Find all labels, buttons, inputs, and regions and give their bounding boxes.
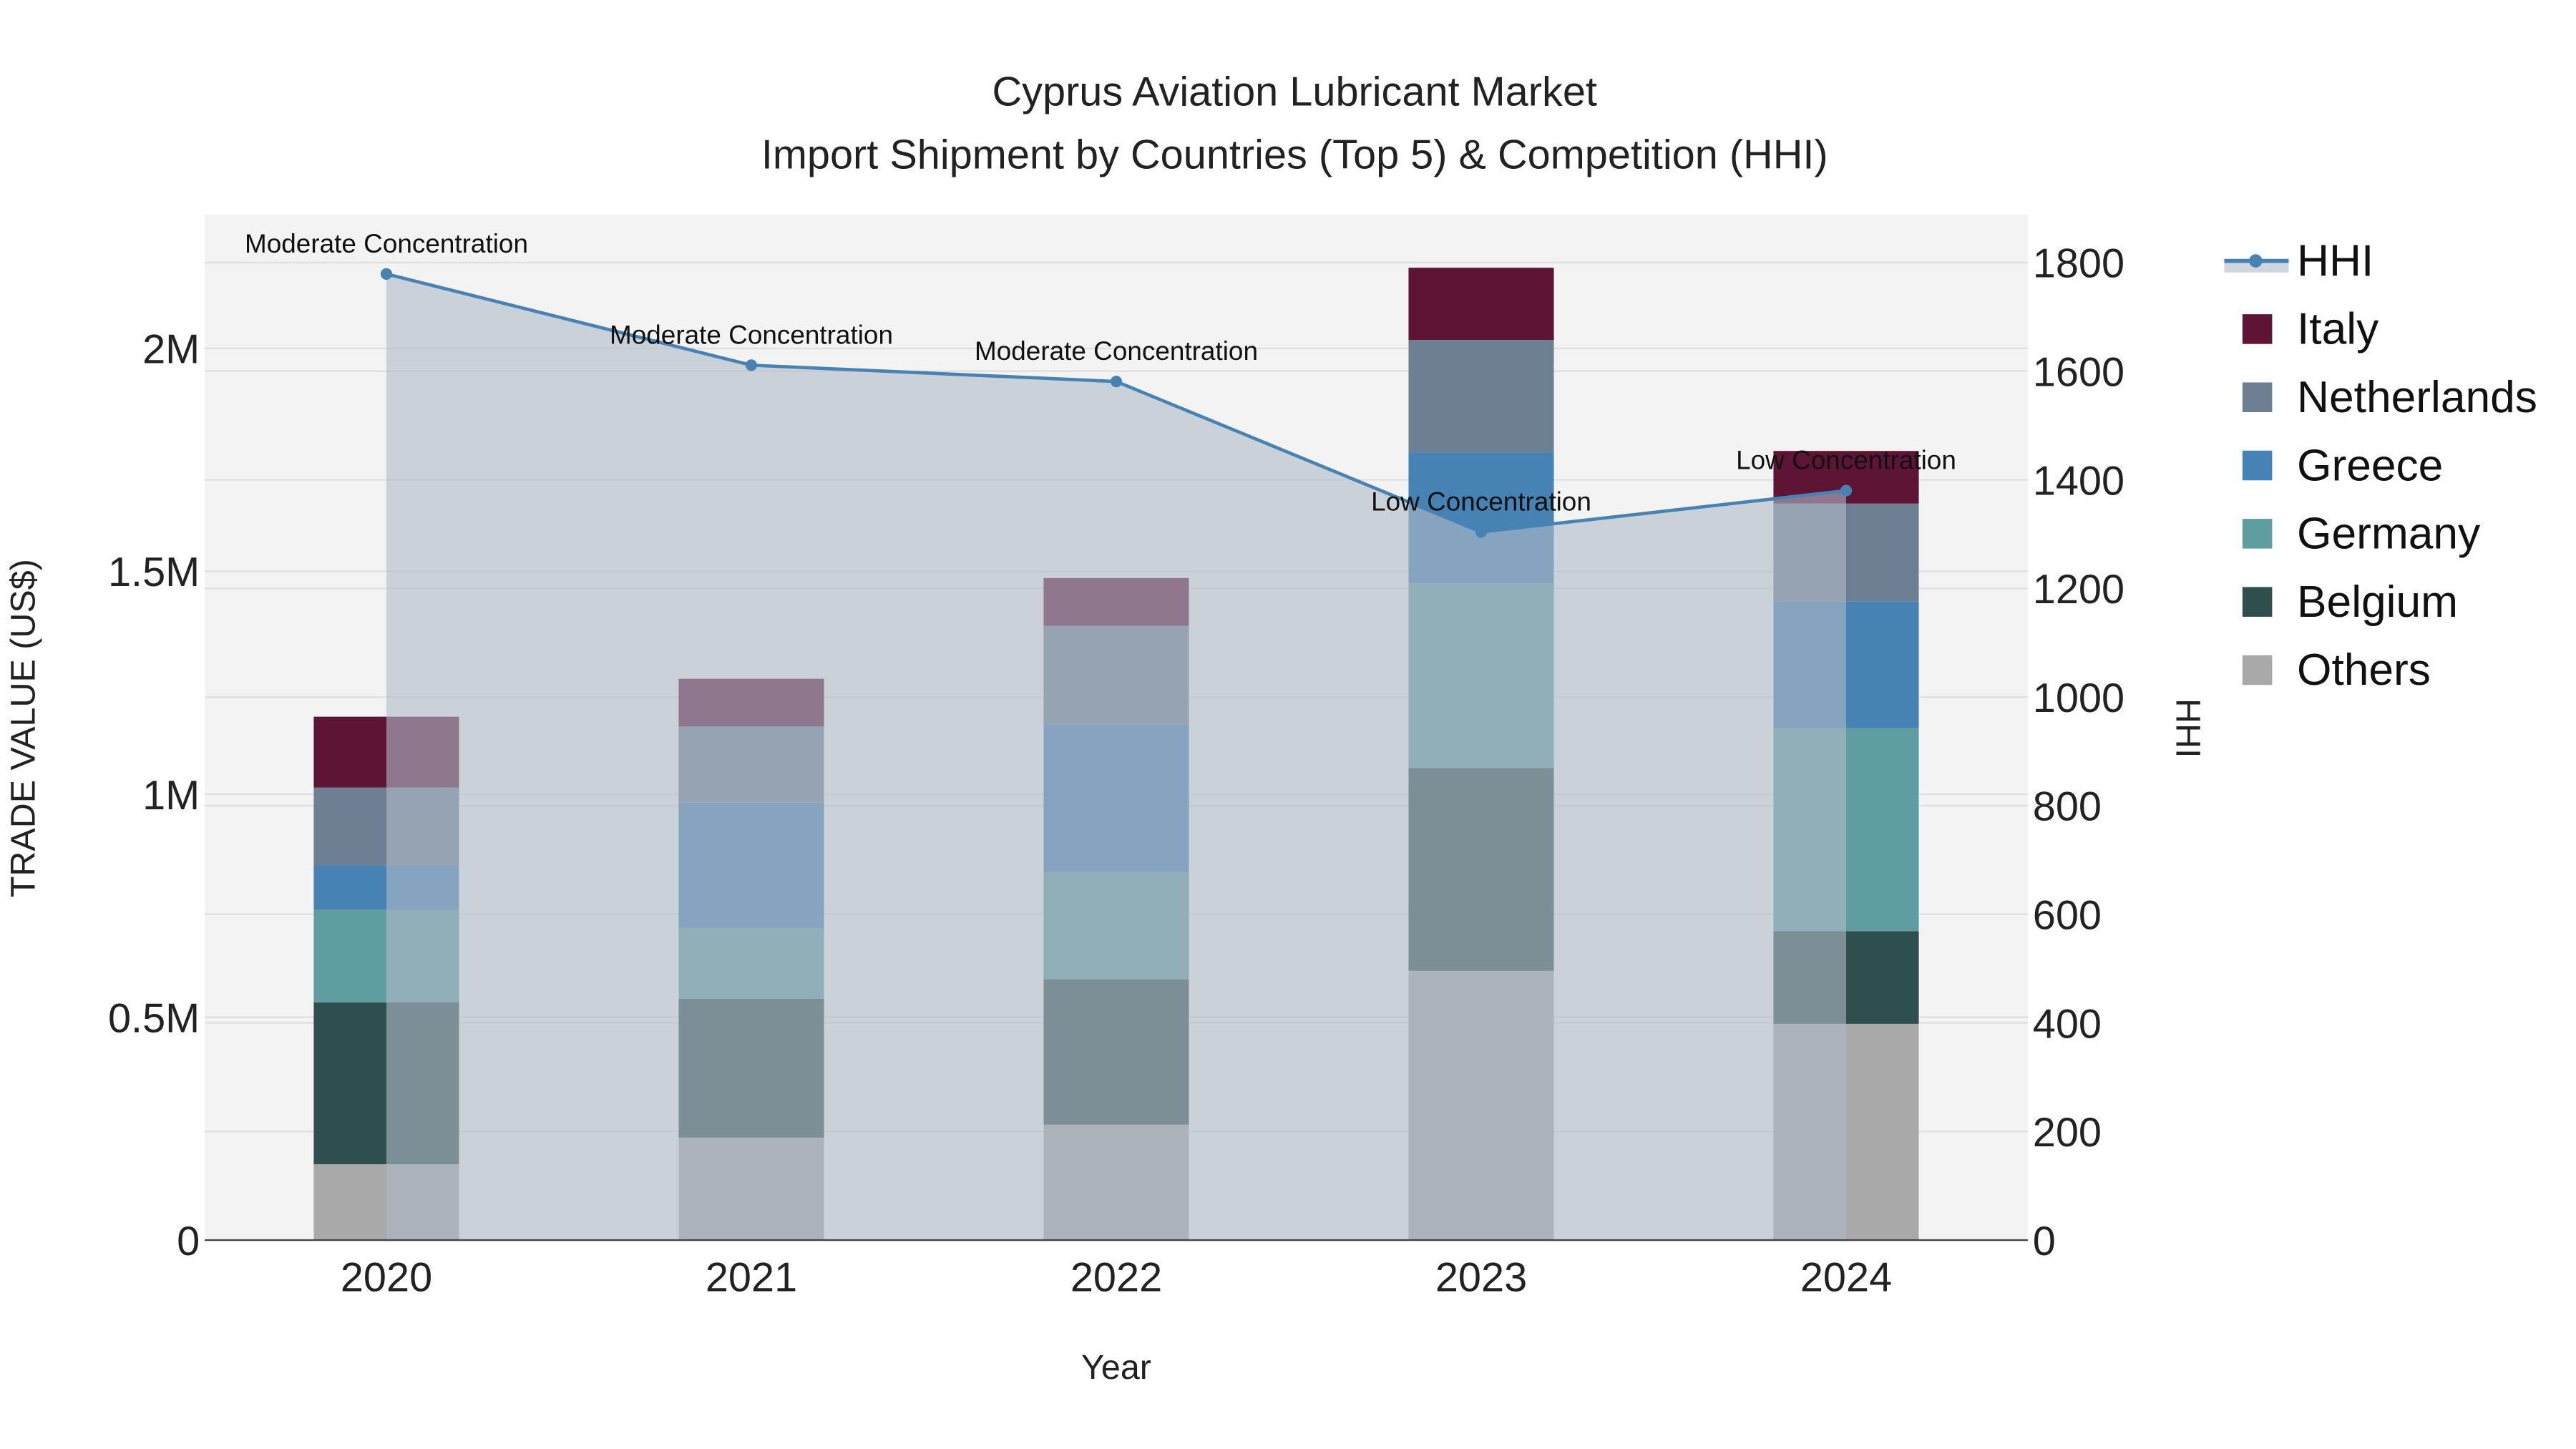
x-tick-label: 2021: [706, 1255, 797, 1301]
y2-tick-label: 0: [2033, 1219, 2056, 1264]
legend-label: Others: [2297, 645, 2431, 695]
hhi-point-2022: [1110, 376, 1123, 388]
legend-label: Greece: [2297, 441, 2443, 490]
hhi-point-2021: [745, 359, 758, 371]
x-axis-title: Year: [1081, 1348, 1151, 1387]
legend-label: Italy: [2297, 305, 2379, 354]
legend-item-netherlands[interactable]: Netherlands: [2242, 373, 2537, 422]
legend-hhi-marker: [2249, 254, 2263, 268]
x-tick-label: 2022: [1070, 1255, 1162, 1301]
hhi-annotation-2021: Moderate Concentration: [610, 320, 893, 349]
legend-swatch: [2242, 587, 2273, 617]
bar-italy-2023: [1408, 268, 1554, 341]
chart-subtitle: Import Shipment by Countries (Top 5) & C…: [761, 132, 1828, 177]
y2-axis-title: HHI: [2169, 698, 2207, 758]
y-tick-label: 0: [177, 1219, 200, 1264]
y2-tick-label: 600: [2033, 892, 2102, 938]
x-tick-label: 2023: [1435, 1255, 1527, 1301]
hhi-annotation-2024: Low Concentration: [1736, 446, 1956, 475]
hhi-point-2023: [1475, 526, 1488, 538]
y2-tick-label: 1200: [2033, 567, 2124, 613]
y2-tick-label: 1000: [2033, 675, 2124, 721]
legend-item-belgium[interactable]: Belgium: [2242, 577, 2458, 627]
legend-label: Belgium: [2297, 577, 2458, 627]
hhi-annotation-2020: Moderate Concentration: [245, 229, 528, 258]
legend-label: HHI: [2297, 236, 2373, 286]
bar-netherlands-2023: [1408, 340, 1554, 453]
chart: Moderate Concentration Moderate Concentra…: [4, 69, 2537, 1387]
y2-tick-label: 800: [2033, 784, 2102, 830]
legend-item-greece[interactable]: Greece: [2242, 441, 2443, 490]
legend-swatch: [2242, 450, 2273, 481]
legend-item-hhi[interactable]: HHI: [2224, 236, 2373, 286]
x-tick-label: 2024: [1800, 1255, 1892, 1301]
y-tick-label: 0.5M: [108, 995, 200, 1041]
hhi-point-2024: [1840, 484, 1853, 497]
legend-swatch: [2242, 314, 2273, 344]
legend-swatch: [2242, 519, 2273, 549]
chart-title: Cyprus Aviation Lubricant Market: [992, 69, 1597, 115]
legend-label: Netherlands: [2297, 373, 2537, 422]
y-axis-title: TRADE VALUE (US$): [4, 559, 42, 897]
legend-item-others[interactable]: Others: [2242, 645, 2431, 695]
y2-tick-label: 1800: [2033, 241, 2124, 287]
legend-swatch: [2242, 382, 2273, 412]
legend: HHI Italy Netherlands Greece Germany Belgium O…: [2224, 236, 2537, 695]
legend-label: Germany: [2297, 509, 2481, 559]
y-tick-label: 1.5M: [108, 550, 200, 595]
legend-item-italy[interactable]: Italy: [2242, 305, 2379, 354]
legend-swatch: [2242, 655, 2273, 686]
y2-tick-label: 1400: [2033, 458, 2124, 504]
hhi-point-2020: [380, 268, 393, 280]
hhi-annotation-2023: Low Concentration: [1371, 487, 1591, 516]
legend-item-germany[interactable]: Germany: [2242, 509, 2481, 559]
y2-tick-label: 200: [2033, 1110, 2102, 1156]
y-tick-label: 2M: [142, 327, 200, 373]
y2-tick-label: 400: [2033, 1001, 2102, 1047]
x-tick-label: 2020: [341, 1255, 432, 1301]
y-tick-label: 1M: [142, 773, 200, 819]
y2-tick-label: 1600: [2033, 349, 2124, 395]
hhi-annotation-2022: Moderate Concentration: [975, 336, 1258, 366]
